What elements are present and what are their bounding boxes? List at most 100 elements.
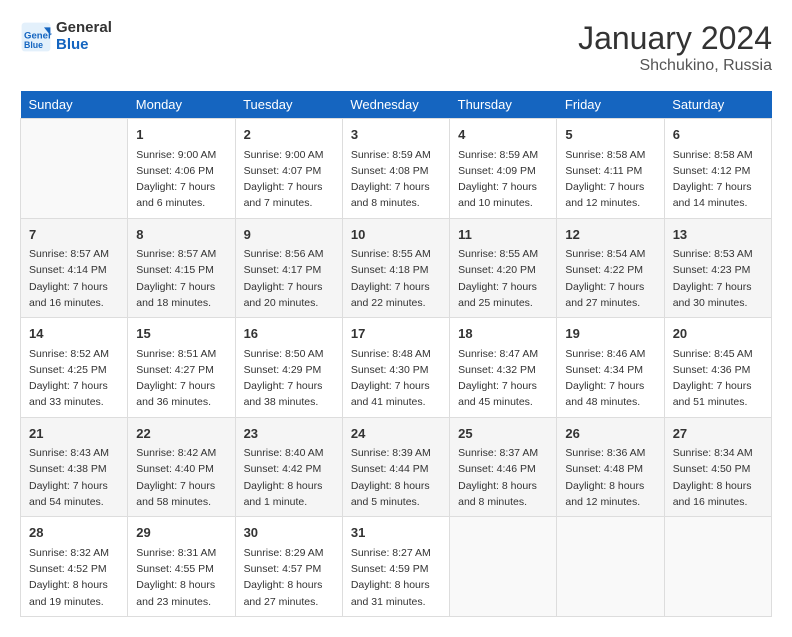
day-number: 5	[565, 125, 655, 145]
day-number: 29	[136, 523, 226, 543]
weekday-header-wednesday: Wednesday	[342, 91, 449, 119]
day-number: 15	[136, 324, 226, 344]
day-info: Sunrise: 8:32 AMSunset: 4:52 PMDaylight:…	[29, 545, 119, 610]
day-cell: 14Sunrise: 8:52 AMSunset: 4:25 PMDayligh…	[21, 318, 128, 418]
day-number: 25	[458, 424, 548, 444]
day-number: 21	[29, 424, 119, 444]
day-number: 31	[351, 523, 441, 543]
day-cell: 7Sunrise: 8:57 AMSunset: 4:14 PMDaylight…	[21, 218, 128, 318]
day-cell: 12Sunrise: 8:54 AMSunset: 4:22 PMDayligh…	[557, 218, 664, 318]
day-cell: 18Sunrise: 8:47 AMSunset: 4:32 PMDayligh…	[450, 318, 557, 418]
day-info: Sunrise: 8:51 AMSunset: 4:27 PMDaylight:…	[136, 346, 226, 411]
day-cell: 16Sunrise: 8:50 AMSunset: 4:29 PMDayligh…	[235, 318, 342, 418]
day-cell: 6Sunrise: 8:58 AMSunset: 4:12 PMDaylight…	[664, 119, 771, 219]
day-number: 11	[458, 225, 548, 245]
day-info: Sunrise: 9:00 AMSunset: 4:06 PMDaylight:…	[136, 147, 226, 212]
day-cell: 22Sunrise: 8:42 AMSunset: 4:40 PMDayligh…	[128, 417, 235, 517]
day-number: 22	[136, 424, 226, 444]
day-info: Sunrise: 8:59 AMSunset: 4:09 PMDaylight:…	[458, 147, 548, 212]
day-cell: 23Sunrise: 8:40 AMSunset: 4:42 PMDayligh…	[235, 417, 342, 517]
week-row-1: 1Sunrise: 9:00 AMSunset: 4:06 PMDaylight…	[21, 119, 772, 219]
day-cell: 24Sunrise: 8:39 AMSunset: 4:44 PMDayligh…	[342, 417, 449, 517]
location: Shchukino, Russia	[578, 57, 772, 75]
day-number: 23	[244, 424, 334, 444]
day-number: 20	[673, 324, 763, 344]
day-cell: 19Sunrise: 8:46 AMSunset: 4:34 PMDayligh…	[557, 318, 664, 418]
weekday-header-saturday: Saturday	[664, 91, 771, 119]
day-info: Sunrise: 8:57 AMSunset: 4:15 PMDaylight:…	[136, 246, 226, 311]
day-info: Sunrise: 8:46 AMSunset: 4:34 PMDaylight:…	[565, 346, 655, 411]
day-cell: 29Sunrise: 8:31 AMSunset: 4:55 PMDayligh…	[128, 517, 235, 617]
day-cell: 28Sunrise: 8:32 AMSunset: 4:52 PMDayligh…	[21, 517, 128, 617]
weekday-header-tuesday: Tuesday	[235, 91, 342, 119]
day-cell: 13Sunrise: 8:53 AMSunset: 4:23 PMDayligh…	[664, 218, 771, 318]
day-info: Sunrise: 8:27 AMSunset: 4:59 PMDaylight:…	[351, 545, 441, 610]
week-row-3: 14Sunrise: 8:52 AMSunset: 4:25 PMDayligh…	[21, 318, 772, 418]
day-cell: 11Sunrise: 8:55 AMSunset: 4:20 PMDayligh…	[450, 218, 557, 318]
day-number: 10	[351, 225, 441, 245]
day-info: Sunrise: 8:43 AMSunset: 4:38 PMDaylight:…	[29, 445, 119, 510]
logo-text: GeneralBlue	[56, 20, 112, 53]
day-cell: 26Sunrise: 8:36 AMSunset: 4:48 PMDayligh…	[557, 417, 664, 517]
day-cell	[450, 517, 557, 617]
day-number: 7	[29, 225, 119, 245]
logo-icon: General Blue	[20, 21, 52, 53]
day-number: 12	[565, 225, 655, 245]
day-info: Sunrise: 8:53 AMSunset: 4:23 PMDaylight:…	[673, 246, 763, 311]
day-cell: 5Sunrise: 8:58 AMSunset: 4:11 PMDaylight…	[557, 119, 664, 219]
calendar-table: SundayMondayTuesdayWednesdayThursdayFrid…	[20, 91, 772, 617]
day-info: Sunrise: 8:58 AMSunset: 4:11 PMDaylight:…	[565, 147, 655, 212]
day-number: 14	[29, 324, 119, 344]
weekday-header-thursday: Thursday	[450, 91, 557, 119]
day-info: Sunrise: 8:37 AMSunset: 4:46 PMDaylight:…	[458, 445, 548, 510]
day-number: 30	[244, 523, 334, 543]
day-info: Sunrise: 8:56 AMSunset: 4:17 PMDaylight:…	[244, 246, 334, 311]
day-cell: 10Sunrise: 8:55 AMSunset: 4:18 PMDayligh…	[342, 218, 449, 318]
day-cell: 15Sunrise: 8:51 AMSunset: 4:27 PMDayligh…	[128, 318, 235, 418]
day-info: Sunrise: 8:29 AMSunset: 4:57 PMDaylight:…	[244, 545, 334, 610]
day-cell	[21, 119, 128, 219]
day-info: Sunrise: 8:42 AMSunset: 4:40 PMDaylight:…	[136, 445, 226, 510]
week-row-4: 21Sunrise: 8:43 AMSunset: 4:38 PMDayligh…	[21, 417, 772, 517]
day-number: 1	[136, 125, 226, 145]
week-row-5: 28Sunrise: 8:32 AMSunset: 4:52 PMDayligh…	[21, 517, 772, 617]
day-cell	[557, 517, 664, 617]
day-number: 2	[244, 125, 334, 145]
day-info: Sunrise: 8:58 AMSunset: 4:12 PMDaylight:…	[673, 147, 763, 212]
title-block: January 2024 Shchukino, Russia	[578, 20, 772, 75]
day-number: 18	[458, 324, 548, 344]
day-number: 13	[673, 225, 763, 245]
day-number: 9	[244, 225, 334, 245]
day-cell: 27Sunrise: 8:34 AMSunset: 4:50 PMDayligh…	[664, 417, 771, 517]
day-cell: 31Sunrise: 8:27 AMSunset: 4:59 PMDayligh…	[342, 517, 449, 617]
day-cell	[664, 517, 771, 617]
day-number: 4	[458, 125, 548, 145]
day-number: 8	[136, 225, 226, 245]
day-info: Sunrise: 8:59 AMSunset: 4:08 PMDaylight:…	[351, 147, 441, 212]
day-info: Sunrise: 8:52 AMSunset: 4:25 PMDaylight:…	[29, 346, 119, 411]
weekday-header-row: SundayMondayTuesdayWednesdayThursdayFrid…	[21, 91, 772, 119]
day-info: Sunrise: 8:40 AMSunset: 4:42 PMDaylight:…	[244, 445, 334, 510]
day-cell: 4Sunrise: 8:59 AMSunset: 4:09 PMDaylight…	[450, 119, 557, 219]
day-cell: 2Sunrise: 9:00 AMSunset: 4:07 PMDaylight…	[235, 119, 342, 219]
day-info: Sunrise: 8:45 AMSunset: 4:36 PMDaylight:…	[673, 346, 763, 411]
day-number: 17	[351, 324, 441, 344]
day-number: 26	[565, 424, 655, 444]
day-cell: 30Sunrise: 8:29 AMSunset: 4:57 PMDayligh…	[235, 517, 342, 617]
month-title: January 2024	[578, 20, 772, 57]
weekday-header-friday: Friday	[557, 91, 664, 119]
day-number: 16	[244, 324, 334, 344]
day-info: Sunrise: 8:57 AMSunset: 4:14 PMDaylight:…	[29, 246, 119, 311]
day-info: Sunrise: 8:36 AMSunset: 4:48 PMDaylight:…	[565, 445, 655, 510]
day-number: 27	[673, 424, 763, 444]
day-number: 24	[351, 424, 441, 444]
day-cell: 8Sunrise: 8:57 AMSunset: 4:15 PMDaylight…	[128, 218, 235, 318]
page-header: General Blue GeneralBlue January 2024 Sh…	[20, 20, 772, 75]
day-cell: 1Sunrise: 9:00 AMSunset: 4:06 PMDaylight…	[128, 119, 235, 219]
day-cell: 9Sunrise: 8:56 AMSunset: 4:17 PMDaylight…	[235, 218, 342, 318]
day-info: Sunrise: 8:48 AMSunset: 4:30 PMDaylight:…	[351, 346, 441, 411]
day-cell: 20Sunrise: 8:45 AMSunset: 4:36 PMDayligh…	[664, 318, 771, 418]
logo: General Blue GeneralBlue	[20, 20, 112, 53]
day-cell: 25Sunrise: 8:37 AMSunset: 4:46 PMDayligh…	[450, 417, 557, 517]
day-info: Sunrise: 9:00 AMSunset: 4:07 PMDaylight:…	[244, 147, 334, 212]
